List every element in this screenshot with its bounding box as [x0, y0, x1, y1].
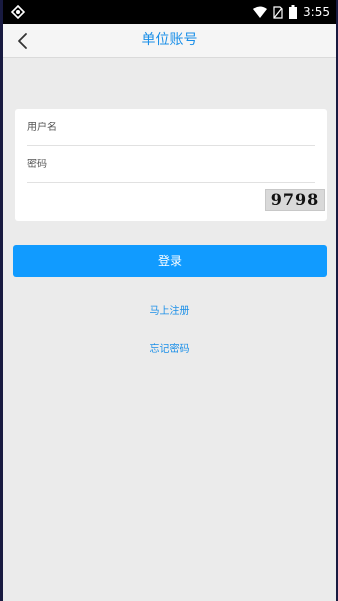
nav-bar: 单位账号 [3, 24, 336, 58]
android-notification-icon [11, 5, 25, 19]
status-icons: 3:55 [253, 4, 330, 20]
register-link[interactable]: 马上注册 [3, 302, 336, 317]
no-sim-icon [273, 5, 283, 19]
captcha-input[interactable] [27, 196, 247, 207]
captcha-image[interactable]: 9798 [265, 189, 325, 211]
wifi-icon [253, 6, 268, 18]
login-form-card: 9798 [15, 109, 327, 221]
password-input[interactable] [27, 158, 315, 170]
forgot-password-link[interactable]: 忘记密码 [3, 340, 336, 355]
status-time: 3:55 [303, 5, 330, 19]
status-bar: 3:55 [3, 0, 336, 24]
login-button[interactable]: 登录 [13, 245, 327, 277]
app-screen: 3:55 单位账号 9798 登录 马上注册 忘记密码 [3, 0, 336, 601]
page-title: 单位账号 [141, 32, 198, 48]
battery-icon [289, 5, 298, 19]
username-field-row [27, 109, 315, 146]
password-field-row [27, 146, 315, 183]
username-input[interactable] [27, 121, 315, 133]
